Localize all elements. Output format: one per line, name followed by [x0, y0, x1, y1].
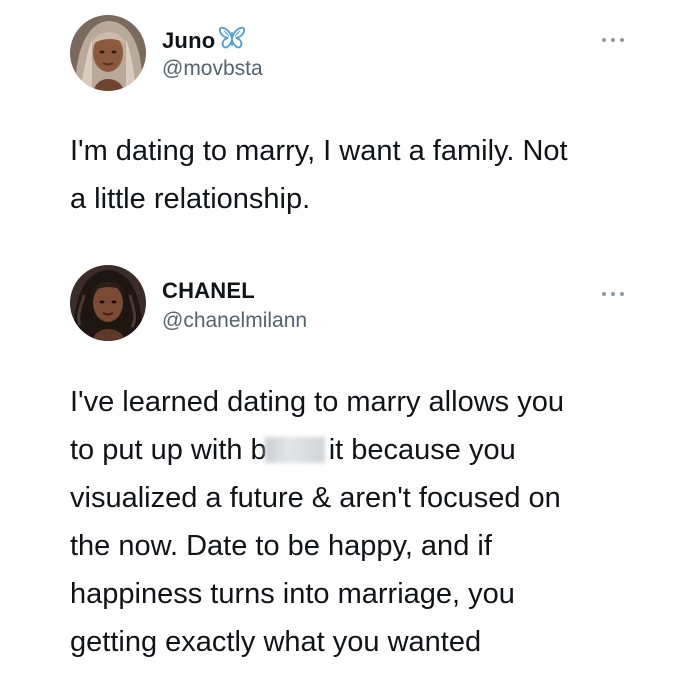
author-name-row[interactable]: CHANEL [162, 278, 255, 304]
more-options-icon[interactable] [602, 36, 624, 44]
more-options-icon[interactable] [602, 290, 624, 298]
user-handle[interactable]: @chanelmilann [162, 308, 307, 334]
tweet-text-fragment: to put up with b [70, 434, 267, 466]
more-dot [620, 292, 624, 296]
butterfly-icon [219, 26, 246, 55]
tweet-card: CHANEL @chanelmilann I've learned dating… [0, 250, 700, 700]
avatar-image [70, 265, 146, 341]
tweet-text-line: I've learned dating to marry allows you [70, 386, 564, 418]
tweet-text: I'm dating to marry, I want a family. No… [70, 135, 568, 215]
display-name[interactable]: Juno [162, 28, 215, 54]
tweet-text-rest: visualized a future & aren't focused on … [70, 482, 561, 658]
avatar-image [70, 15, 146, 91]
user-handle[interactable]: @movbsta [162, 56, 263, 82]
display-name[interactable]: CHANEL [162, 278, 255, 304]
censored-word [264, 437, 325, 463]
tweet-text: I've learned dating to marry allows you … [70, 378, 650, 666]
avatar[interactable] [70, 15, 146, 91]
avatar[interactable] [70, 265, 146, 341]
author-name-row[interactable]: Juno [162, 26, 246, 55]
more-dot [611, 38, 615, 42]
more-dot [620, 38, 624, 42]
more-dot [602, 38, 606, 42]
tweet-card: Juno @movbsta I'm dating to marry, I wan… [0, 0, 700, 250]
more-dot [602, 292, 606, 296]
tweet-text-fragment: it because you [328, 434, 516, 466]
more-dot [611, 292, 615, 296]
